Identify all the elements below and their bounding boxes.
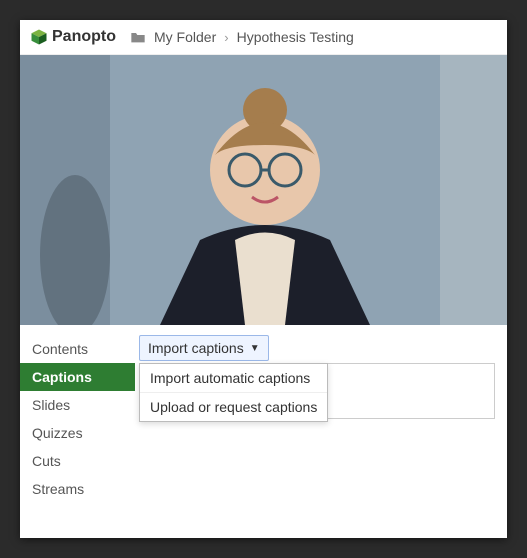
video-frame-placeholder <box>20 55 507 325</box>
video-preview[interactable] <box>20 55 507 325</box>
menu-item-upload-or-request[interactable]: Upload or request captions <box>140 393 327 421</box>
import-captions-dropdown[interactable]: Import captions ▼ <box>139 335 269 361</box>
panopto-logo-icon <box>30 28 48 46</box>
sidebar-item-contents[interactable]: Contents <box>20 335 135 363</box>
header-bar: Panopto My Folder › Hypothesis Testing <box>20 20 507 55</box>
menu-item-label: Import automatic captions <box>150 370 310 386</box>
captions-panel: Import captions ▼ Import automatic capti… <box>135 325 507 513</box>
sidebar-item-label: Cuts <box>32 453 61 469</box>
sidebar-item-slides[interactable]: Slides <box>20 391 135 419</box>
sidebar-item-label: Slides <box>32 397 70 413</box>
sidebar-item-quizzes[interactable]: Quizzes <box>20 419 135 447</box>
caption-text-area[interactable] <box>320 363 495 419</box>
menu-item-label: Upload or request captions <box>150 399 317 415</box>
folder-icon <box>130 30 146 44</box>
breadcrumb-folder[interactable]: My Folder <box>154 29 216 45</box>
dropdown-label: Import captions <box>148 340 244 356</box>
brand-logo[interactable]: Panopto <box>30 28 116 46</box>
sidebar-tabs: Contents Captions Slides Quizzes Cuts St… <box>20 325 135 513</box>
breadcrumb-page[interactable]: Hypothesis Testing <box>237 29 354 45</box>
chevron-right-icon: › <box>224 30 228 45</box>
sidebar-item-label: Captions <box>32 369 92 385</box>
app-window: Panopto My Folder › Hypothesis Testing <box>20 20 507 538</box>
sidebar-item-label: Contents <box>32 341 88 357</box>
brand-name: Panopto <box>52 28 116 46</box>
sidebar-item-label: Quizzes <box>32 425 83 441</box>
caret-down-icon: ▼ <box>250 343 260 354</box>
breadcrumb: My Folder › Hypothesis Testing <box>130 29 354 45</box>
menu-item-import-automatic[interactable]: Import automatic captions <box>140 364 327 393</box>
sidebar-item-cuts[interactable]: Cuts <box>20 447 135 475</box>
sidebar-item-captions[interactable]: Captions <box>20 363 135 391</box>
sidebar-item-label: Streams <box>32 481 84 497</box>
sidebar-item-streams[interactable]: Streams <box>20 475 135 503</box>
import-captions-menu: Import automatic captions Upload or requ… <box>139 363 328 422</box>
editor-lower-panel: Contents Captions Slides Quizzes Cuts St… <box>20 325 507 513</box>
